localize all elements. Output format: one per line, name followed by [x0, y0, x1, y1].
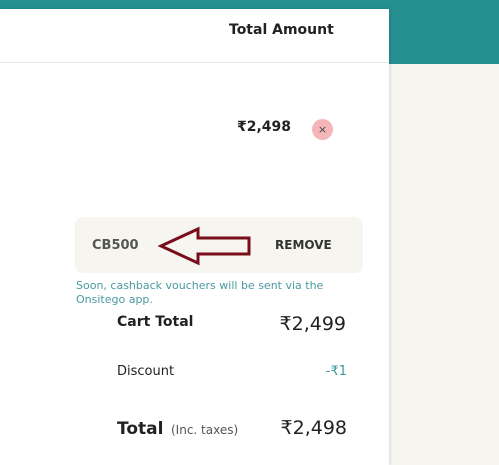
close-icon[interactable]: × — [312, 119, 333, 140]
left-arrow-annotation-icon — [158, 226, 251, 266]
total-value: ₹2,498 — [280, 417, 347, 439]
cart-total-value: ₹2,499 — [279, 313, 346, 335]
discount-value: -₹1 — [325, 364, 347, 379]
total-tax-note: (Inc. taxes) — [171, 423, 239, 437]
total-amount-header: Total Amount — [229, 22, 334, 38]
coupon-code: CB500 — [92, 238, 139, 253]
remove-coupon-button[interactable]: REMOVE — [275, 238, 332, 252]
cart-total-label: Cart Total — [117, 314, 194, 330]
total-label: Total — [117, 419, 164, 439]
header-divider — [0, 62, 389, 63]
top-bar — [0, 0, 499, 9]
discount-label: Discount — [117, 364, 175, 379]
item-price: ₹2,498 — [237, 119, 292, 135]
brand-band — [389, 9, 499, 64]
cashback-note: Soon, cashback vouchers will be sent via… — [76, 279, 324, 306]
